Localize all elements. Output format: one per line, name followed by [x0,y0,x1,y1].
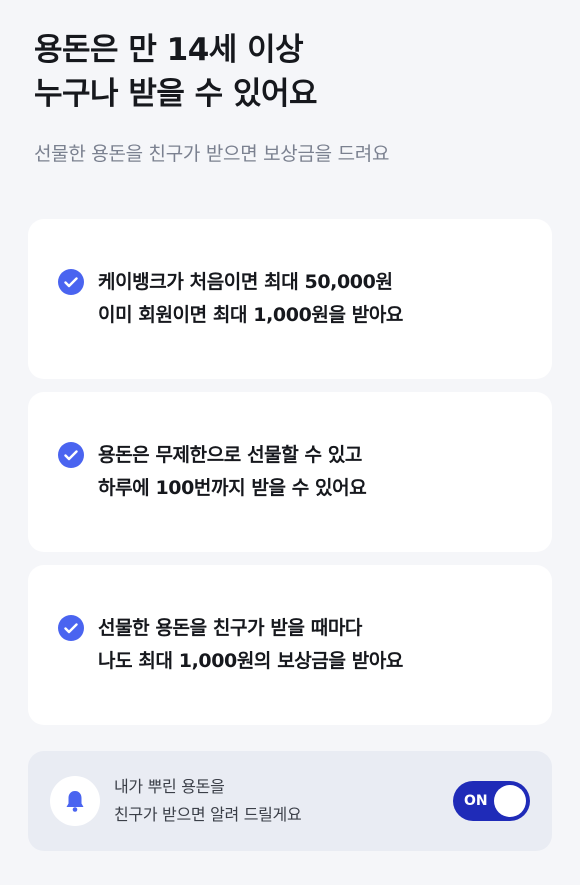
title-line-2: 누구나 받을 수 있어요 [34,76,318,112]
page: 용돈은 만 14세 이상 누구나 받을 수 있어요 선물한 용돈을 친구가 받으… [0,0,580,885]
benefit-line-2: 이미 회원이면 최대 1,000원을 받아요 [98,304,403,326]
benefit-line-2: 나도 최대 1,000원의 보상금을 받아요 [98,650,403,672]
benefit-line-1: 용돈은 무제한으로 선물할 수 있고 [98,444,362,466]
notification-line-2: 친구가 받으면 알려 드릴게요 [114,805,302,824]
benefit-text: 선물한 용돈을 친구가 받을 때마다 나도 최대 1,000원의 보상금을 받아… [98,612,403,678]
benefit-card-1: 케이뱅크가 처음이면 최대 50,000원 이미 회원이면 최대 1,000원을… [28,219,552,379]
notification-toggle[interactable]: ON [453,781,530,821]
notification-text: 내가 뿌린 용돈을 친구가 받으면 알려 드릴게요 [114,773,302,829]
check-circle-icon [58,269,84,295]
benefit-text: 케이뱅크가 처음이면 최대 50,000원 이미 회원이면 최대 1,000원을… [98,266,403,332]
bell-icon [50,776,100,826]
toggle-knob [494,785,526,817]
notification-line-1: 내가 뿌린 용돈을 [114,777,225,796]
benefit-text: 용돈은 무제한으로 선물할 수 있고 하루에 100번까지 받을 수 있어요 [98,439,367,505]
check-circle-icon [58,442,84,468]
check-circle-icon [58,615,84,641]
benefit-line-1: 케이뱅크가 처음이면 최대 50,000원 [98,271,393,293]
page-title: 용돈은 만 14세 이상 누구나 받을 수 있어요 [34,28,318,116]
benefit-card-2: 용돈은 무제한으로 선물할 수 있고 하루에 100번까지 받을 수 있어요 [28,392,552,552]
benefit-line-1: 선물한 용돈을 친구가 받을 때마다 [98,617,362,639]
title-line-1: 용돈은 만 14세 이상 [34,32,304,68]
toggle-label: ON [464,793,488,809]
benefit-card-3: 선물한 용돈을 친구가 받을 때마다 나도 최대 1,000원의 보상금을 받아… [28,565,552,725]
page-subtitle: 선물한 용돈을 친구가 받으면 보상금을 드려요 [34,143,390,165]
benefit-line-2: 하루에 100번까지 받을 수 있어요 [98,477,367,499]
notification-setting: 내가 뿌린 용돈을 친구가 받으면 알려 드릴게요 ON [28,751,552,851]
